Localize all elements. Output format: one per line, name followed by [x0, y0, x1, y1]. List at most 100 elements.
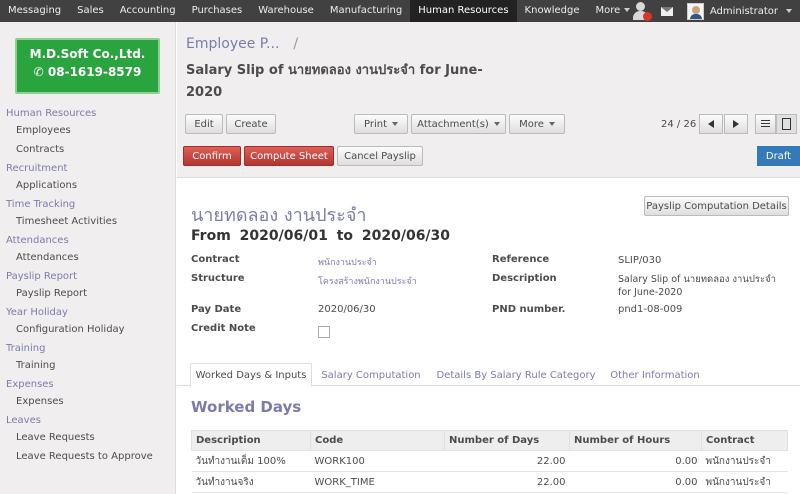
company-name: M.D.Soft Co.,Ltd. [29, 47, 146, 61]
list-view-button[interactable] [755, 114, 776, 134]
sidebar-item-configuration-holiday[interactable]: Configuration Holiday [0, 320, 175, 339]
cell-hours: 0.00 [569, 471, 702, 493]
sidebar: M.D.Soft Co.,Ltd. ✆ 08-1619-8579 Human R… [0, 22, 176, 494]
cancel-payslip-button[interactable]: Cancel Payslip [337, 146, 423, 166]
breadcrumb-separator: / [293, 36, 299, 52]
menu-accounting[interactable]: Accounting [112, 0, 184, 22]
sidebar-item-applications[interactable]: Applications [0, 176, 175, 195]
edit-button[interactable]: Edit [185, 114, 223, 134]
menu-human-resources[interactable]: Human Resources [410, 0, 517, 22]
sidebar-section-expenses[interactable]: Expenses [0, 378, 175, 392]
breadcrumb-employee-payslips[interactable]: Employee P... [186, 36, 279, 52]
to-label: to [336, 228, 353, 244]
sidebar-item-timesheet-activities[interactable]: Timesheet Activities [0, 212, 175, 231]
table-row[interactable]: วันทำงานเต็ม 100% WORK100 22.00 0.00 พนั… [191, 450, 788, 472]
structure-link[interactable]: โครงสร้างพนักงานประจำ [318, 274, 417, 288]
sidebar-item-leave-requests-to-approve[interactable]: Leave Requests to Approve [0, 447, 175, 466]
column-code[interactable]: Code [310, 430, 445, 451]
sidebar-section-training[interactable]: Training [0, 342, 175, 356]
date-to[interactable]: 2020/06/30 [362, 228, 450, 244]
column-description[interactable]: Description [191, 430, 311, 451]
sidebar-item-employees[interactable]: Employees [0, 121, 175, 140]
cell-hours: 0.00 [569, 450, 702, 472]
column-contract[interactable]: Contract [701, 430, 788, 451]
sidebar-section-year-holiday[interactable]: Year Holiday [0, 306, 175, 320]
contract-link[interactable]: พนักงานประจำ [318, 255, 377, 269]
print-label: Print [363, 118, 387, 130]
sidebar-item-training[interactable]: Training [0, 356, 175, 375]
sidebar-section-time-tracking[interactable]: Time Tracking [0, 198, 175, 212]
more-label: More [519, 118, 544, 130]
cell-description: วันทำงานเต็ม 100% [191, 450, 311, 472]
avatar[interactable] [686, 2, 704, 20]
reference-label: Reference [492, 254, 550, 265]
chevron-down-icon [392, 122, 398, 126]
cell-days: 22.00 [444, 471, 570, 493]
chevron-down-icon [548, 122, 555, 126]
pnd-number-value[interactable]: pnd1-08-009 [618, 304, 682, 315]
print-button[interactable]: Print [354, 114, 408, 134]
tab-worked-days-inputs[interactable]: Worked Days & Inputs [190, 363, 312, 387]
chevron-down-icon[interactable] [786, 9, 792, 13]
phone-number: 08-1619-8579 [47, 65, 142, 79]
confirm-button[interactable]: Confirm [183, 146, 241, 166]
column-number-of-days[interactable]: Number of Days [444, 430, 570, 451]
sidebar-section-recruitment[interactable]: Recruitment [0, 162, 175, 176]
menu-knowledge[interactable]: Knowledge [517, 0, 588, 22]
status-bar: Confirm Compute Sheet Cancel Payslip Dra… [177, 144, 800, 166]
attachments-button[interactable]: Attachment(s) [411, 114, 506, 134]
sidebar-item-contracts[interactable]: Contracts [0, 140, 175, 159]
compute-sheet-button[interactable]: Compute Sheet [244, 146, 334, 166]
list-icon [761, 120, 770, 121]
create-button[interactable]: Create [226, 114, 276, 134]
cell-code: WORK100 [310, 450, 445, 472]
sidebar-section-human-resources[interactable]: Human Resources [0, 107, 175, 121]
menu-purchases[interactable]: Purchases [184, 0, 251, 22]
pager-previous-button[interactable] [699, 114, 723, 134]
cell-code: WORK_TIME [310, 471, 445, 493]
pager-counter: 24 / 26 [661, 119, 697, 130]
tab-other-information[interactable]: Other Information [605, 363, 705, 387]
form-view-button[interactable] [776, 114, 797, 134]
worked-days-table: Description Code Number of Days Number o… [191, 430, 788, 493]
credit-note-label: Credit Note [191, 323, 256, 334]
reference-value[interactable]: SLIP/030 [618, 255, 661, 266]
more-button[interactable]: More [509, 114, 565, 134]
menu-messaging[interactable]: Messaging [0, 0, 69, 22]
credit-note-checkbox[interactable] [318, 326, 330, 338]
payslip-computation-details-button[interactable]: Payslip Computation Details [644, 196, 789, 216]
column-number-of-hours[interactable]: Number of Hours [569, 430, 702, 451]
from-label: From [191, 228, 231, 244]
table-row[interactable]: วันทำงานจริง WORK_TIME 22.00 0.00 พนักงา… [191, 471, 788, 493]
sidebar-section-payslip-report[interactable]: Payslip Report [0, 270, 175, 284]
sidebar-item-payslip-report[interactable]: Payslip Report [0, 284, 175, 303]
tab-salary-computation[interactable]: Salary Computation [316, 363, 426, 387]
user-notification-icon[interactable] [631, 0, 653, 22]
form-sheet: Payslip Computation Details นายทดลอง งาน… [177, 180, 800, 494]
pager-next-button[interactable] [724, 114, 748, 134]
date-from[interactable]: 2020/06/01 [240, 228, 328, 244]
menu-sales[interactable]: Sales [69, 0, 112, 22]
username[interactable]: Administrator [710, 6, 778, 17]
mail-icon[interactable] [660, 6, 673, 16]
sidebar-item-expenses[interactable]: Expenses [0, 392, 175, 411]
arrow-left-icon [708, 120, 714, 128]
pay-date-value[interactable]: 2020/06/30 [318, 304, 376, 315]
sidebar-item-leave-requests[interactable]: Leave Requests [0, 428, 175, 447]
pay-period: From 2020/06/01 to 2020/06/30 [191, 228, 454, 244]
company-phone: ✆ 08-1619-8579 [17, 65, 158, 79]
structure-label: Structure [191, 273, 245, 284]
menu-manufacturing[interactable]: Manufacturing [322, 0, 410, 22]
menu-warehouse[interactable]: Warehouse [250, 0, 322, 22]
status-draft: Draft [757, 146, 800, 166]
app-menu: Messaging Sales Accounting Purchases War… [0, 0, 638, 22]
pay-date-label: Pay Date [191, 304, 242, 315]
sidebar-section-attendances[interactable]: Attendances [0, 234, 175, 248]
tab-details-by-salary-rule-category[interactable]: Details By Salary Rule Category [433, 363, 599, 387]
description-value[interactable]: Salary Slip of นายทดลอง งานประจำ for Jun… [618, 273, 783, 299]
notebook-tabs: Worked Days & Inputs Salary Computation … [177, 360, 800, 387]
employee-name[interactable]: นายทดลอง งานประจำ [191, 200, 366, 229]
sidebar-section-leaves[interactable]: Leaves [0, 414, 175, 428]
cell-contract: พนักงานประจำ [701, 450, 788, 472]
sidebar-item-attendances[interactable]: Attendances [0, 248, 175, 267]
